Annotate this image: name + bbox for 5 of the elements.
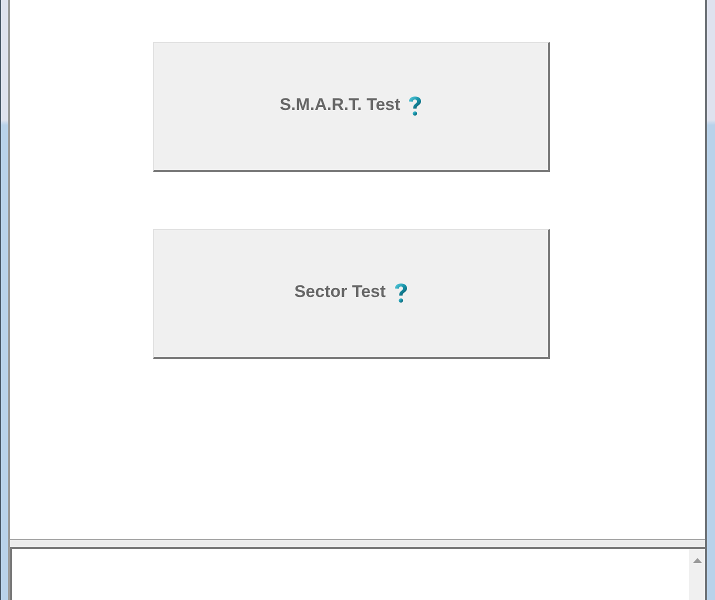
test-button[interactable]: S.M.A.R.T. Test <box>153 42 550 172</box>
scroll-up-arrow-icon[interactable] <box>692 558 702 563</box>
scrollbar[interactable] <box>689 549 705 600</box>
output-text-area[interactable] <box>10 547 705 600</box>
test-button[interactable]: Sector Test <box>153 229 550 359</box>
